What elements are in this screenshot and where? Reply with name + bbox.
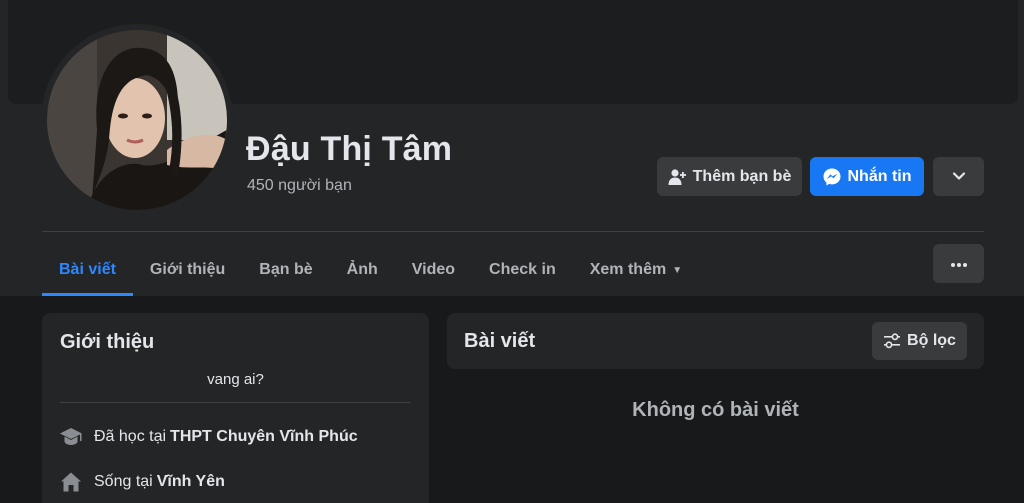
education-school-link[interactable]: THPT Chuyên Vĩnh Phúc [170,428,358,446]
add-friend-label: Thêm bạn bè [692,167,792,185]
tab-friends[interactable]: Bạn bè [242,244,329,296]
caret-down-icon: ▼ [672,264,683,276]
filter-button[interactable]: Bộ lọc [872,322,967,360]
filter-label: Bộ lọc [907,332,956,349]
profile-tabs: Bài viết Giới thiệu Bạn bè Ảnh Video Che… [42,244,699,296]
education-prefix: Đã học tại [94,428,167,445]
profile-name: Đậu Thị Tâm [246,130,453,168]
profile-avatar[interactable] [47,30,227,210]
tab-photos[interactable]: Ảnh [330,244,395,296]
tab-posts[interactable]: Bài viết [42,244,133,296]
lives-in-row: Sống tại Vĩnh Yên [58,471,225,493]
tab-label: Bài viết [59,261,116,278]
add-friend-button[interactable]: Thêm bạn bè [657,157,802,196]
posts-header-card: Bài viết Bộ lọc [447,313,984,369]
messenger-icon [823,168,841,186]
tabs-more-options-button[interactable] [933,244,984,283]
friend-count[interactable]: 450 người bạn [247,177,352,195]
tab-label: Check in [489,261,556,278]
intro-bio: vang ai? [207,371,264,388]
header-divider [42,231,984,232]
message-button[interactable]: Nhắn tin [810,157,924,196]
lives-prefix: Sống tại [94,473,153,490]
profile-more-button[interactable] [933,157,984,196]
education-row: Đã học tại THPT Chuyên Vĩnh Phúc [58,427,358,447]
tab-see-more[interactable]: Xem thêm ▼ [573,244,699,296]
lives-in-city-link[interactable]: Vĩnh Yên [157,473,225,491]
message-label: Nhắn tin [847,167,912,185]
intro-divider [60,402,411,403]
tab-label: Bạn bè [259,261,313,278]
posts-title: Bài viết [464,330,536,352]
tab-video[interactable]: Video [395,244,472,296]
tab-label: Video [411,261,456,278]
tab-label: Xem thêm [589,261,667,278]
tab-check-in[interactable]: Check in [472,244,573,296]
tab-label: Giới thiệu [149,261,226,278]
person-plus-icon [668,168,686,186]
avatar-photo [47,30,227,210]
ellipsis-icon [950,255,968,273]
sliders-icon [883,333,901,349]
intro-card: Giới thiệu vang ai? Đã học tại THPT Chuy… [42,313,429,503]
empty-posts-message: Không có bài viết [632,399,799,421]
tab-label: Ảnh [346,261,378,278]
home-icon [58,471,84,493]
graduation-cap-icon [58,427,84,447]
chevron-down-icon [952,168,966,186]
tab-about[interactable]: Giới thiệu [133,244,242,296]
intro-title: Giới thiệu [60,331,155,353]
